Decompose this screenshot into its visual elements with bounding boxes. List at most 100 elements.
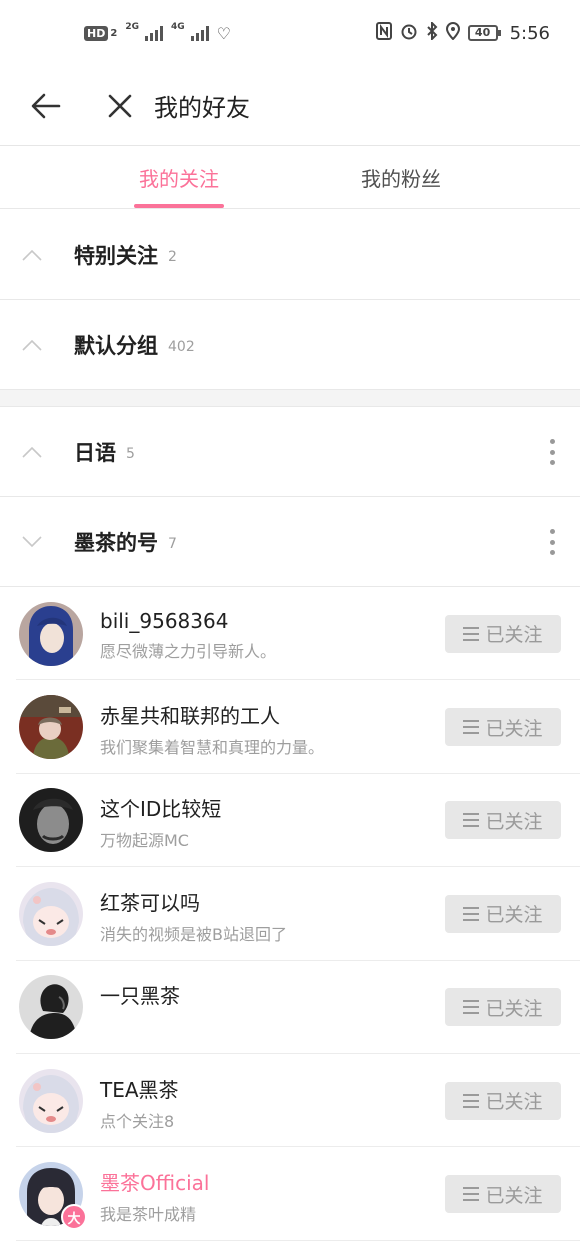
friend-row[interactable]: bili_9568364 愿尽微薄之力引导新人。 已关注: [0, 587, 580, 681]
menu-icon: [463, 906, 480, 921]
followed-button[interactable]: 已关注: [445, 1175, 561, 1214]
close-button[interactable]: [98, 84, 142, 128]
sim2-label: 4G: [170, 22, 185, 32]
friend-name[interactable]: 一只黑茶: [100, 980, 445, 1009]
followed-label: 已关注: [485, 904, 543, 927]
app-header: 我的好友: [0, 66, 580, 146]
followed-button[interactable]: 已关注: [445, 708, 561, 747]
friend-signature: 我们聚集着智慧和真理的力量。: [100, 738, 325, 758]
tab-following-label: 我的关注: [139, 166, 219, 191]
friend-signature: [100, 1014, 445, 1034]
followed-label: 已关注: [485, 717, 543, 740]
friend-name[interactable]: bili_9568364: [100, 609, 445, 633]
back-button[interactable]: [24, 84, 68, 128]
more-vertical-icon[interactable]: [546, 439, 558, 465]
hd-sub-label: 2: [110, 27, 118, 39]
more-vertical-icon[interactable]: [546, 529, 558, 555]
status-left: HD 2 2G 4G ♡: [84, 22, 231, 43]
avatar[interactable]: [19, 881, 83, 946]
friend-signature: 万物起源MC: [100, 831, 189, 851]
friend-row[interactable]: 一只黑茶 已关注: [0, 961, 580, 1055]
friend-row[interactable]: TEA黑茶 点个关注8 已关注: [0, 1054, 580, 1148]
battery-icon: 40: [467, 25, 501, 41]
friend-signature: 愿尽微薄之力引导新人。: [100, 642, 277, 662]
avatar[interactable]: [19, 1068, 83, 1133]
followed-label: 已关注: [485, 997, 543, 1020]
group-list: 特别关注 2 默认分组 402 日语 5 墨茶的号 7: [0, 210, 580, 587]
followed-label: 已关注: [485, 1184, 543, 1207]
chevron-up-icon: [0, 446, 74, 458]
friend-signature: 消失的视频是被B站退回了: [100, 924, 287, 944]
chevron-up-icon: [0, 339, 74, 351]
bluetooth-icon: [426, 20, 438, 44]
group-count: 5: [126, 445, 135, 462]
friend-text: 这个ID比较短 万物起源MC: [100, 793, 445, 851]
friend-signature: 点个关注8: [100, 1111, 175, 1131]
status-bar: HD 2 2G 4G ♡ 40 5:56: [0, 0, 580, 66]
friend-text: 红茶可以吗 消失的视频是被B站退回了: [100, 887, 445, 944]
friend-name[interactable]: 红茶可以吗: [100, 887, 445, 916]
followed-label: 已关注: [485, 1091, 543, 1114]
friend-row[interactable]: 赤星共和联邦的工人 我们聚集着智慧和真理的力量。 已关注: [0, 680, 580, 775]
tab-following[interactable]: 我的关注: [0, 146, 290, 208]
followed-button[interactable]: 已关注: [445, 1081, 561, 1120]
avatar[interactable]: [19, 975, 83, 1040]
group-divider: [0, 390, 580, 407]
vip-badge: 大: [61, 1204, 87, 1231]
menu-icon: [463, 1093, 480, 1108]
chevron-up-icon: [0, 249, 74, 261]
group-count: 7: [168, 535, 177, 552]
menu-icon: [463, 813, 480, 828]
followed-button[interactable]: 已关注: [445, 801, 561, 840]
page-title: 我的好友: [154, 94, 250, 122]
group-row-mocha[interactable]: 墨茶的号 7: [0, 497, 580, 587]
tab-active-indicator: [134, 204, 224, 208]
menu-icon: [463, 1187, 480, 1202]
avatar[interactable]: [19, 788, 83, 853]
group-count: 402: [168, 338, 195, 355]
friend-name[interactable]: 墨茶Official: [100, 1167, 445, 1196]
friend-name[interactable]: 赤星共和联邦的工人: [100, 700, 445, 729]
chevron-down-icon: [0, 535, 74, 548]
avatar[interactable]: [19, 695, 83, 760]
friend-signature: 我是茶叶成精: [100, 1205, 197, 1225]
group-name: 默认分组: [74, 333, 158, 358]
friend-row[interactable]: 大 墨茶Official 我是茶叶成精 已关注: [0, 1147, 580, 1241]
avatar[interactable]: [19, 601, 83, 666]
signal-icon: [144, 25, 163, 41]
heart-health-icon: ♡: [216, 23, 231, 43]
tab-fans-label: 我的粉丝: [361, 166, 441, 191]
followed-label: 已关注: [485, 624, 543, 647]
menu-icon: [463, 1000, 480, 1015]
nfc-icon: [375, 22, 392, 44]
friend-text: bili_9568364 愿尽微薄之力引导新人。: [100, 609, 445, 662]
friend-row[interactable]: 这个ID比较短 万物起源MC 已关注: [0, 774, 580, 868]
avatar-wrapper: 大: [19, 1162, 87, 1231]
tab-fans[interactable]: 我的粉丝: [290, 146, 580, 208]
group-name: 特别关注: [74, 243, 158, 268]
followed-button[interactable]: 已关注: [445, 614, 561, 653]
menu-icon: [463, 626, 480, 641]
group-row-japanese[interactable]: 日语 5: [0, 407, 580, 497]
friend-text: 墨茶Official 我是茶叶成精: [100, 1167, 445, 1225]
group-row-special[interactable]: 特别关注 2: [0, 210, 580, 300]
friend-text: 一只黑茶: [100, 980, 445, 1034]
friend-text: TEA黑茶 点个关注8: [100, 1074, 445, 1131]
clock-time: 5:56: [509, 22, 550, 44]
group-name: 日语: [74, 440, 116, 465]
location-icon: [445, 22, 460, 44]
arrow-left-icon: [31, 93, 61, 118]
group-name: 墨茶的号: [74, 530, 158, 555]
group-count: 2: [168, 248, 177, 265]
followed-button[interactable]: 已关注: [445, 988, 561, 1027]
friend-row[interactable]: 红茶可以吗 消失的视频是被B站退回了 已关注: [0, 867, 580, 961]
friend-text: 赤星共和联邦的工人 我们聚集着智慧和真理的力量。: [100, 700, 445, 758]
group-row-default[interactable]: 默认分组 402: [0, 300, 580, 390]
menu-icon: [463, 720, 480, 735]
friend-name[interactable]: TEA黑茶: [100, 1074, 445, 1103]
signal-icon-2: [190, 25, 209, 41]
followed-button[interactable]: 已关注: [445, 894, 561, 933]
sim1-label: 2G: [125, 22, 139, 32]
hd-voice-icon: HD: [84, 25, 109, 41]
friend-name[interactable]: 这个ID比较短: [100, 793, 445, 822]
